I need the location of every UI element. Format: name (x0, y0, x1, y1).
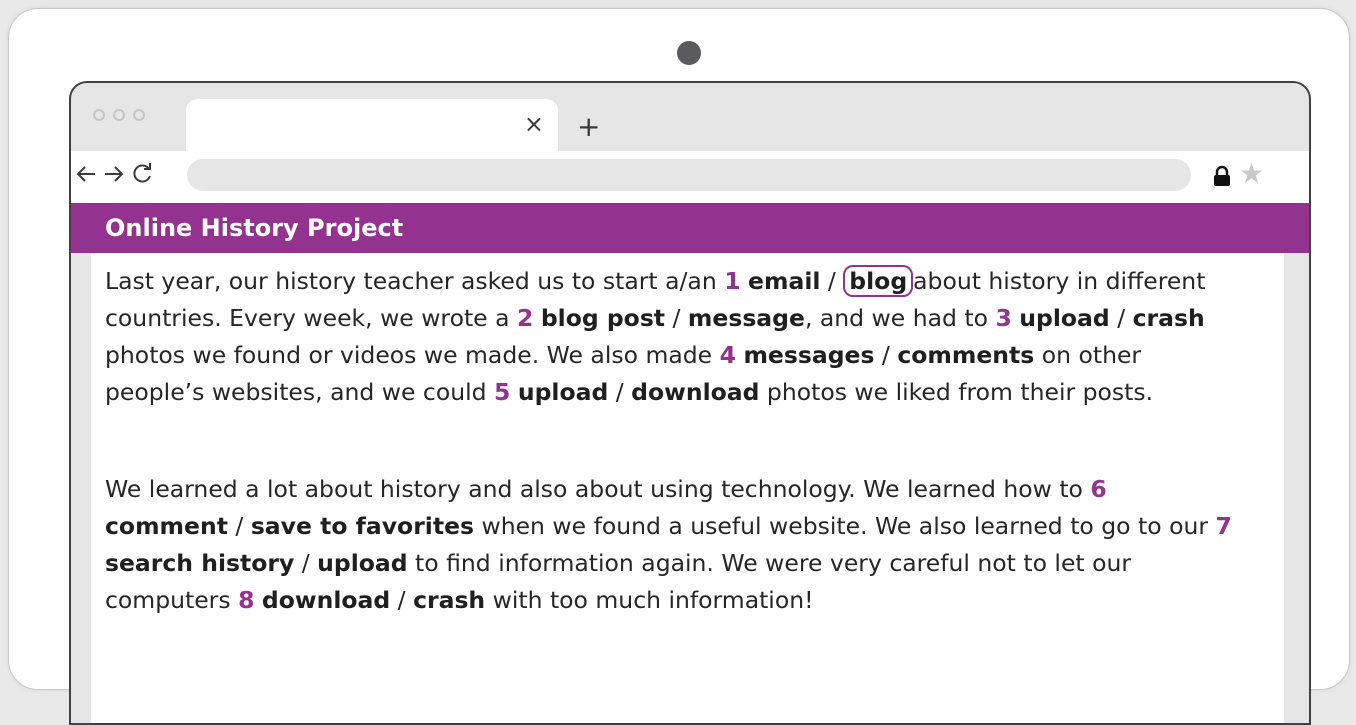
new-tab-button[interactable]: + (577, 113, 600, 141)
option-upload[interactable]: upload (518, 378, 608, 406)
paragraph-2: We learned a lot about history and also … (105, 471, 1235, 619)
option-message[interactable]: message (688, 304, 805, 332)
item-number: 6 (1090, 475, 1107, 503)
nav-icons (75, 163, 153, 185)
minimize-window-dot[interactable] (113, 109, 125, 121)
article-content: Last year, our history teacher asked us … (91, 253, 1284, 723)
star-icon[interactable]: ★ (1239, 159, 1264, 189)
text: , and we had to (804, 304, 996, 332)
option-search-history[interactable]: search history (105, 549, 294, 577)
site-title: Online History Project (105, 214, 404, 242)
item-number: 8 (238, 586, 255, 614)
window-controls (93, 109, 145, 121)
option-comment[interactable]: comment (105, 512, 228, 540)
close-window-dot[interactable] (93, 109, 105, 121)
item-number: 4 (719, 341, 736, 369)
text: with too much information! (485, 586, 814, 614)
separator: / (665, 304, 688, 332)
camera-dot (677, 41, 701, 65)
text: Last year, our history teacher asked us … (105, 267, 725, 295)
option-upload[interactable]: upload (1019, 304, 1109, 332)
back-arrow-icon[interactable] (75, 163, 97, 185)
navigation-bar: ★ (71, 151, 1309, 211)
text: We learned a lot about history and also … (105, 475, 1091, 503)
item-number: 3 (995, 304, 1012, 332)
option-email[interactable]: email (748, 267, 820, 295)
text: photos we found or videos we made. We al… (105, 341, 720, 369)
browser-window: × + ★ Online History Project Last year, … (69, 81, 1311, 725)
text: when we found a useful website. We also … (474, 512, 1216, 540)
forward-arrow-icon[interactable] (103, 163, 125, 185)
item-number: 2 (516, 304, 534, 332)
option-download[interactable]: download (262, 586, 390, 614)
option-crash[interactable]: crash (413, 586, 485, 614)
browser-tab[interactable]: × (186, 99, 558, 155)
separator: / (227, 512, 251, 540)
tablet-frame: × + ★ Online History Project Last year, … (8, 8, 1350, 725)
option-blog-circled[interactable]: blog (843, 265, 914, 297)
item-number: 7 (1215, 512, 1232, 540)
refresh-icon[interactable] (131, 163, 153, 185)
option-upload[interactable]: upload (317, 549, 407, 577)
address-bar[interactable] (187, 159, 1191, 191)
option-crash[interactable]: crash (1133, 304, 1205, 332)
site-header: Online History Project (71, 203, 1309, 253)
option-blog-post[interactable]: blog post (541, 304, 665, 332)
text: photos we liked from their posts. (759, 378, 1154, 406)
item-number: 1 (724, 267, 741, 295)
paragraph-1: Last year, our history teacher asked us … (105, 263, 1235, 411)
separator: / (874, 341, 898, 369)
separator: / (390, 586, 414, 614)
separator: / (294, 549, 318, 577)
close-tab-icon[interactable]: × (524, 112, 544, 136)
separator: / (608, 378, 632, 406)
separator: / (1109, 304, 1133, 332)
option-messages[interactable]: messages (743, 341, 874, 369)
content-area: Last year, our history teacher asked us … (71, 253, 1309, 723)
separator: / (820, 267, 844, 295)
item-number: 5 (494, 378, 511, 406)
option-comments[interactable]: comments (897, 341, 1034, 369)
lock-icon (1214, 165, 1230, 186)
option-save-to-favorites[interactable]: save to favorites (251, 512, 474, 540)
maximize-window-dot[interactable] (133, 109, 145, 121)
option-download[interactable]: download (631, 378, 759, 406)
